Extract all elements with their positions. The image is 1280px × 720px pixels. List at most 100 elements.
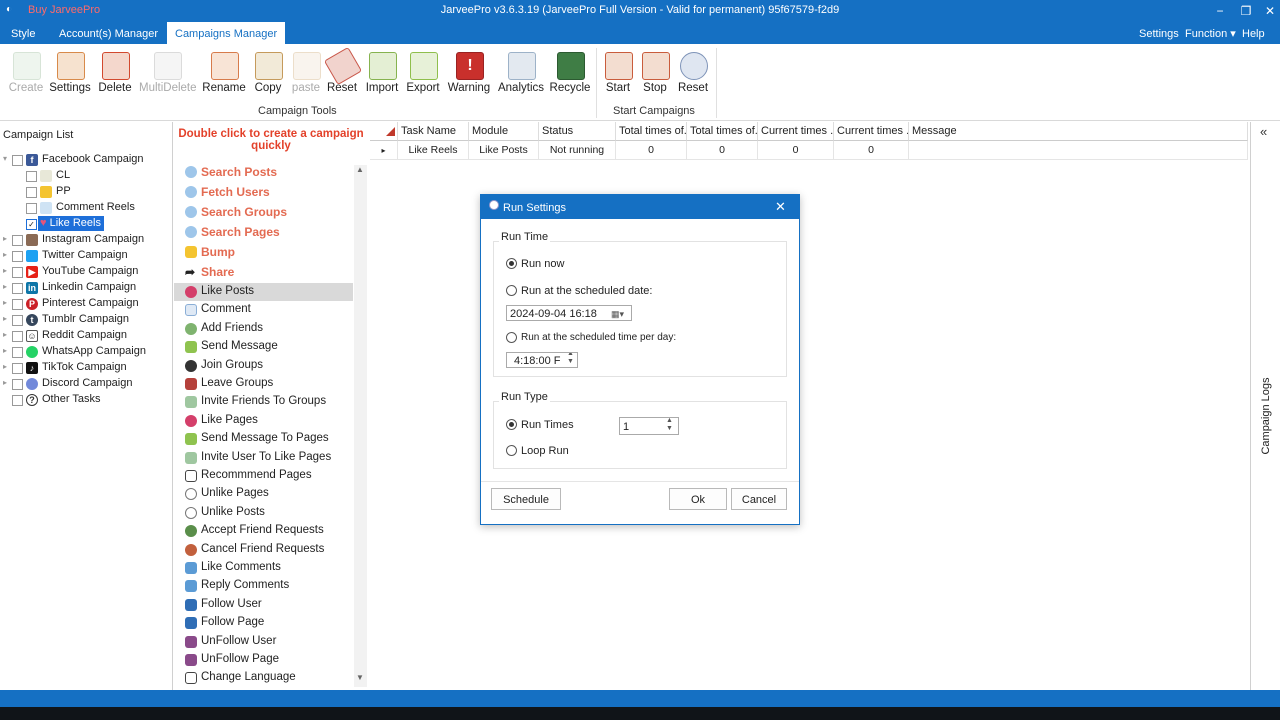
module-join-groups[interactable]: Join Groups <box>174 357 353 375</box>
menu-help[interactable]: Help ▾ <box>1234 22 1280 64</box>
tab-campaigns-manager[interactable]: Campaigns Manager <box>167 22 286 44</box>
module-invite-friends-to-groups[interactable]: Invite Friends To Groups <box>174 393 353 411</box>
checkbox[interactable] <box>12 235 23 246</box>
run-now-label[interactable]: Run now <box>521 258 564 270</box>
close-window-button[interactable]: ✕ <box>1260 2 1280 20</box>
checkbox-checked[interactable]: ✓ <box>26 219 37 230</box>
tree-item-like-reels[interactable]: ✓ ♥ Like Reels <box>0 216 170 232</box>
campaign-logs-panel[interactable]: « Campaign Logs <box>1250 122 1280 690</box>
loop-run-radio[interactable] <box>506 445 517 456</box>
tree-item-cl[interactable]: CL <box>0 168 170 184</box>
tree-item-pp[interactable]: PP <box>0 184 170 200</box>
checkbox[interactable] <box>12 155 23 166</box>
section-bump[interactable]: Bump <box>174 243 353 261</box>
module-recommend-pages[interactable]: Recommmend Pages <box>174 467 353 485</box>
scroll-down-icon[interactable]: ▼ <box>356 673 364 682</box>
module-leave-groups[interactable]: Leave Groups <box>174 375 353 393</box>
tree-item-instagram-campaign[interactable]: ▸ Instagram Campaign <box>0 232 170 248</box>
column-header-current-times-1[interactable]: Current times ... <box>758 122 834 141</box>
column-header-module[interactable]: Module <box>469 122 539 141</box>
collapse-panel-icon[interactable]: « <box>1260 124 1267 139</box>
table-cell-total-times-1[interactable]: 0 <box>616 141 687 160</box>
section-fetch-users[interactable]: Fetch Users <box>174 183 353 201</box>
module-follow-user[interactable]: Follow User <box>174 596 353 614</box>
tab-style[interactable]: Style <box>3 22 43 44</box>
ok-button[interactable]: Ok <box>669 488 727 510</box>
column-header-message[interactable]: Message <box>909 122 1248 141</box>
module-cancel-friend-requests[interactable]: Cancel Friend Requests <box>174 541 353 559</box>
tree-item-comment-reels[interactable]: Comment Reels <box>0 200 170 216</box>
section-search-posts[interactable]: Search Posts <box>174 163 353 181</box>
scheduled-date-label[interactable]: Run at the scheduled date: <box>521 285 652 297</box>
module-unlike-pages[interactable]: Unlike Pages <box>174 485 353 503</box>
checkbox[interactable] <box>12 331 23 342</box>
module-change-language[interactable]: Change Language <box>174 669 353 687</box>
scheduled-time-label[interactable]: Run at the scheduled time per day: <box>521 332 676 343</box>
checkbox[interactable] <box>26 187 37 198</box>
delete-button[interactable]: Delete <box>93 50 137 100</box>
schedule-button[interactable]: Schedule <box>491 488 561 510</box>
checkbox[interactable] <box>12 267 23 278</box>
checkbox[interactable] <box>12 315 23 326</box>
table-cell-module[interactable]: Like Posts <box>469 141 539 160</box>
table-cell-total-times-2[interactable]: 0 <box>687 141 758 160</box>
tree-item-other-tasks[interactable]: ? Other Tasks <box>0 392 170 408</box>
module-add-friends[interactable]: Add Friends <box>174 320 353 338</box>
scroll-up-icon[interactable]: ▲ <box>356 165 364 174</box>
checkbox[interactable] <box>12 363 23 374</box>
table-cell-message[interactable] <box>909 141 1248 160</box>
tree-item-tiktok-campaign[interactable]: ▸ ♪ TikTok Campaign <box>0 360 170 376</box>
tree-item-linkedin-campaign[interactable]: ▸ in Linkedin Campaign <box>0 280 170 296</box>
spinner-icon[interactable]: ▲ ▼ <box>666 418 673 433</box>
minimize-button[interactable]: − <box>1210 2 1230 20</box>
reset-campaign-button[interactable]: Reset <box>671 50 715 100</box>
checkbox[interactable] <box>12 283 23 294</box>
column-header-status[interactable]: Status <box>539 122 616 141</box>
row-indicator[interactable]: ▸ <box>370 141 398 160</box>
checkbox[interactable] <box>12 395 23 406</box>
checkbox[interactable] <box>12 251 23 262</box>
run-times-input[interactable]: 1 ▲ ▼ <box>619 417 679 435</box>
module-reply-comments[interactable]: Reply Comments <box>174 577 353 595</box>
module-like-posts[interactable]: Like Posts <box>174 283 353 301</box>
module-like-comments[interactable]: Like Comments <box>174 559 353 577</box>
checkbox[interactable] <box>12 299 23 310</box>
column-header-total-times-1[interactable]: Total times of... <box>616 122 687 141</box>
column-header-total-times-2[interactable]: Total times of... <box>687 122 758 141</box>
cancel-button[interactable]: Cancel <box>731 488 787 510</box>
calendar-dropdown-icon[interactable]: ▦▾ <box>611 306 624 320</box>
checkbox[interactable] <box>26 171 37 182</box>
tree-item-whatsapp-campaign[interactable]: ▸ WhatsApp Campaign <box>0 344 170 360</box>
tree-item-discord-campaign[interactable]: ▸ Discord Campaign <box>0 376 170 392</box>
settings-button[interactable]: Settings <box>48 50 92 100</box>
tab-accounts-manager[interactable]: Account(s) Manager <box>51 22 166 44</box>
run-now-radio[interactable] <box>506 258 517 269</box>
loop-run-label[interactable]: Loop Run <box>521 445 569 457</box>
tree-item-twitter-campaign[interactable]: ▸ Twitter Campaign <box>0 248 170 264</box>
checkbox[interactable] <box>12 347 23 358</box>
warning-button[interactable]: ! Warning <box>447 50 491 100</box>
scheduled-time-radio[interactable] <box>506 332 517 343</box>
table-cell-current-times-1[interactable]: 0 <box>758 141 834 160</box>
tree-item-facebook-campaign[interactable]: ▾ f Facebook Campaign <box>0 152 170 168</box>
module-accept-friend-requests[interactable]: Accept Friend Requests <box>174 522 353 540</box>
section-search-pages[interactable]: Search Pages <box>174 223 353 241</box>
column-header-current-times-2[interactable]: Current times ... <box>834 122 909 141</box>
module-unlike-posts[interactable]: Unlike Posts <box>174 504 353 522</box>
module-like-pages[interactable]: Like Pages <box>174 412 353 430</box>
recycle-button[interactable]: Recycle <box>548 50 592 100</box>
scheduled-date-radio[interactable] <box>506 285 517 296</box>
scheduled-date-picker[interactable]: 2024-09-04 16:18 ▦▾ <box>506 305 632 321</box>
module-comment[interactable]: Comment <box>174 301 353 319</box>
module-send-message-to-pages[interactable]: Send Message To Pages <box>174 430 353 448</box>
spinner-icon[interactable]: ▲ ▼ <box>567 353 574 366</box>
checkbox[interactable] <box>26 203 37 214</box>
tree-item-youtube-campaign[interactable]: ▸ ▶ YouTube Campaign <box>0 264 170 280</box>
maximize-button[interactable]: ❐ <box>1236 2 1256 20</box>
module-invite-user-to-like-pages[interactable]: Invite User To Like Pages <box>174 449 353 467</box>
module-follow-page[interactable]: Follow Page <box>174 614 353 632</box>
multidelete-button[interactable]: MultiDelete <box>139 50 197 100</box>
module-unfollow-user[interactable]: UnFollow User <box>174 633 353 651</box>
tree-item-pinterest-campaign[interactable]: ▸ P Pinterest Campaign <box>0 296 170 312</box>
table-cell-status[interactable]: Not running <box>539 141 616 160</box>
